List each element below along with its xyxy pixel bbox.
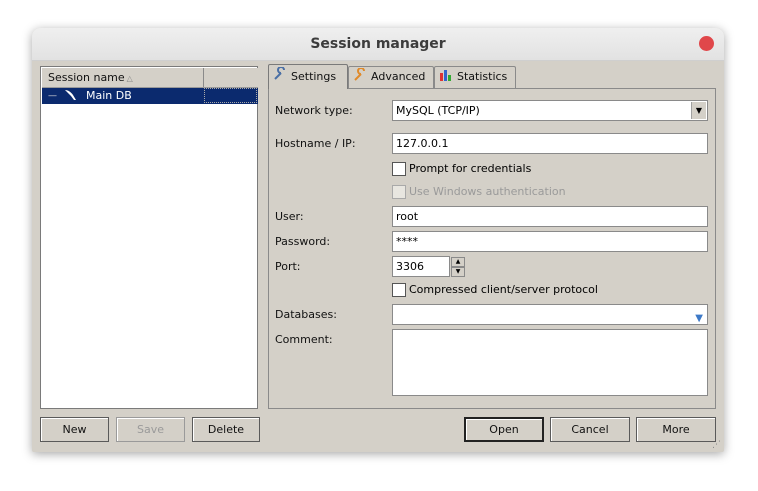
network-type-select[interactable]: MySQL (TCP/IP) ▼ <box>392 100 708 121</box>
close-button[interactable] <box>699 36 714 51</box>
column-header-session-name[interactable]: Session name △ <box>42 68 204 87</box>
hostname-input[interactable]: 127.0.0.1 <box>392 133 708 154</box>
user-input[interactable]: root <box>392 206 708 227</box>
comment-textarea[interactable] <box>392 329 708 396</box>
compressed-protocol-label: Compressed client/server protocol <box>409 283 598 296</box>
new-button[interactable]: New <box>40 417 109 442</box>
wrench-icon <box>353 67 367 89</box>
tree-connector: — <box>48 91 57 101</box>
stepper-up-icon[interactable]: ▲ <box>451 257 465 267</box>
tab-advanced-label: Advanced <box>371 70 426 83</box>
delete-button[interactable]: Delete <box>192 417 260 442</box>
session-item-label: Main DB <box>86 89 132 102</box>
session-item-main-db[interactable]: — Main DB <box>42 88 258 104</box>
chevron-down-icon[interactable]: ▼ <box>691 102 706 119</box>
port-label: Port: <box>275 260 301 273</box>
port-input[interactable]: 3306 <box>392 256 450 277</box>
more-button[interactable]: More <box>636 417 716 442</box>
session-manager-window: Session manager Session name △ — Main DB … <box>32 28 724 452</box>
mysql-dolphin-icon <box>64 88 78 106</box>
column-header-label: Session name <box>48 71 125 84</box>
checkbox-box <box>392 185 406 199</box>
session-tree[interactable]: Session name △ — Main DB <box>40 66 258 409</box>
sort-ascending-icon: △ <box>126 74 133 83</box>
focus-rect <box>204 88 257 103</box>
password-input[interactable]: **** <box>392 231 708 252</box>
bar-chart-icon <box>439 68 453 88</box>
comment-label: Comment: <box>275 333 333 346</box>
tab-statistics[interactable]: Statistics <box>434 66 516 88</box>
password-label: Password: <box>275 235 331 248</box>
chevron-down-icon[interactable]: ▼ <box>695 309 703 328</box>
windows-auth-label: Use Windows authentication <box>409 185 566 198</box>
resize-grip-icon[interactable]: ⋰ <box>712 440 722 450</box>
cancel-button[interactable]: Cancel <box>550 417 630 442</box>
title-bar[interactable]: Session manager <box>32 28 724 61</box>
prompt-credentials-label: Prompt for credentials <box>409 162 532 175</box>
user-label: User: <box>275 210 304 223</box>
save-button[interactable]: Save <box>116 417 185 442</box>
tab-settings[interactable]: Settings <box>268 64 348 89</box>
window-title: Session manager <box>310 36 446 52</box>
databases-combo[interactable]: ▼ <box>392 304 708 325</box>
port-stepper[interactable]: ▲ ▼ <box>451 257 465 277</box>
tab-settings-label: Settings <box>291 70 337 83</box>
stepper-down-icon[interactable]: ▼ <box>451 267 465 277</box>
tab-advanced[interactable]: Advanced <box>348 66 434 88</box>
wrench-icon <box>273 66 287 90</box>
checkbox-box[interactable] <box>392 162 406 176</box>
network-type-label: Network type: <box>275 104 353 117</box>
checkbox-box[interactable] <box>392 283 406 297</box>
open-button[interactable]: Open <box>464 417 544 442</box>
databases-label: Databases: <box>275 308 337 321</box>
tab-statistics-label: Statistics <box>457 70 508 83</box>
hostname-label: Hostname / IP: <box>275 137 356 150</box>
tree-header: Session name △ <box>42 68 258 88</box>
network-type-value: MySQL (TCP/IP) <box>396 104 480 117</box>
